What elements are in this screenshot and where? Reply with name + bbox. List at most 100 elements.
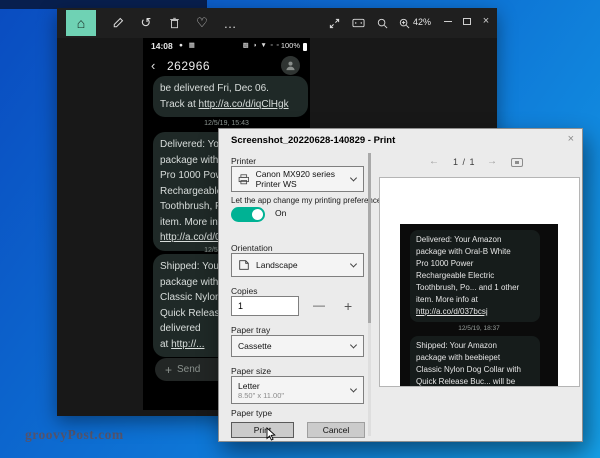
favorite-button[interactable]: ♡ [191,8,213,38]
more-options-button[interactable]: … [219,8,241,38]
photos-toolbar: ⌂ ↺ ♡ … 42% × [57,8,497,38]
copies-decrement-button[interactable]: — [313,298,325,312]
orientation-select[interactable]: Landscape [231,253,364,277]
mouse-cursor [266,427,277,441]
paper-tray-select[interactable]: Cassette [231,335,364,357]
slideshow-button[interactable] [347,8,369,38]
phone-status-bar: 14:08 ● ▦ ▩ ◑ ▼ ▫ ▫ 100% [143,40,310,52]
paper-type-label: Paper type [231,408,272,418]
chevron-down-icon [350,385,357,392]
zoom-level: 42% [413,17,431,27]
settings-scrollbar[interactable] [368,153,371,436]
paper-tray-label: Paper tray [231,325,270,335]
paper-size-select[interactable]: Letter 8.50" x 11.00" [231,376,364,404]
print-dialog: Screenshot_20220628-140829 - Print × Pri… [218,128,583,442]
minimize-button[interactable] [439,8,457,34]
plus-icon: + [344,298,352,314]
notification-icons: ● ▦ [179,41,197,49]
person-icon [285,60,296,71]
zoom-in-button[interactable] [393,8,415,38]
print-preview-page: Delivered: Your Amazon package with Oral… [379,177,580,387]
orientation-label: Orientation [231,243,273,253]
toggle-state: On [275,208,286,218]
delete-button[interactable] [163,8,185,38]
close-icon: × [568,133,574,145]
message-text: Track at http://a.co/d/iqClHgk [160,97,301,113]
page-icon [238,259,250,271]
preferences-label: Let the app change my printing preferenc… [231,196,385,205]
window-close-button[interactable]: × [477,8,495,34]
chevron-down-icon [350,341,357,348]
dialog-close-button[interactable]: × [568,133,574,145]
paper-size-value: Letter [238,381,284,391]
message-text: Shipped: Your Amazon [416,340,534,352]
fullscreen-button[interactable] [323,8,345,38]
previous-page-button[interactable]: ← [429,156,439,167]
heart-icon: ♡ [196,15,208,31]
message-timestamp: 12/5/19, 18:37 [400,325,558,332]
message-text: Quick Release Buc... will be [416,376,534,386]
minus-icon: — [313,298,325,312]
printer-value: Canon MX920 series Printer WS [256,169,357,189]
cancel-button[interactable]: Cancel [307,422,365,438]
avatar[interactable] [281,56,300,75]
back-icon[interactable]: ‹ [151,58,155,73]
minimize-icon [444,21,452,22]
message-text: Classic Nylon Dog Collar with [416,364,534,376]
left-arrow-icon: ← [429,156,439,167]
expand-icon [329,18,340,29]
message-text: item. More info at [416,294,534,306]
print-button[interactable]: Print [231,422,294,438]
message-text: Delivered: Your Amazon [416,234,534,246]
zoom-out-icon [377,18,388,29]
home-icon: ⌂ [77,15,85,31]
message-text: Rechargeable Electric [416,270,534,282]
preferences-toggle[interactable] [231,207,265,222]
battery-percent: 100% [281,41,300,50]
printer-select[interactable]: Canon MX920 series Printer WS [231,166,364,192]
zoom-in-icon [399,18,410,29]
battery-icon [303,43,307,51]
tracking-link: http://a.co/d/037bcsj [416,306,534,318]
printer-icon [238,173,250,186]
message-timestamp: 12/5/19, 15:43 [143,120,310,127]
scrollbar-thumb[interactable] [368,153,371,323]
maximize-icon [463,18,471,25]
chevron-down-icon [350,260,357,267]
phone-time: 14:08 [151,41,173,51]
message-text: Toothbrush, Po... and 1 other [416,282,534,294]
home-button[interactable]: ⌂ [66,10,96,36]
copies-input[interactable]: 1 [231,296,299,316]
zoom-out-button[interactable] [371,8,393,38]
copies-label: Copies [231,286,257,296]
trash-icon [169,17,180,29]
watermark: groovyPost.com [25,427,124,443]
message-bubble: be delivered Fri, Dec 06. Track at http:… [153,76,308,117]
message-text: package with beebiepet [416,352,534,364]
contact-number: 262966 [167,59,210,73]
send-placeholder: Send [177,364,200,375]
status-icons: ▩ ◑ ▼ ▫ ▫ [243,41,280,49]
fit-page-button[interactable] [511,158,523,167]
message-text: at [160,339,171,350]
close-icon: × [483,15,489,27]
edit-pen-icon [112,17,124,29]
paper-tray-value: Cassette [238,341,272,351]
toggle-knob [252,209,263,220]
rotate-button[interactable]: ↺ [135,8,157,38]
message-text: Track at [160,99,199,110]
maximize-button[interactable] [458,8,476,34]
paper-size-detail: 8.50" x 11.00" [238,391,284,400]
orientation-value: Landscape [256,260,298,270]
more-icon: … [224,16,237,31]
edit-button[interactable] [107,8,129,38]
filmstrip-icon [352,18,365,28]
copies-increment-button[interactable]: + [344,298,352,314]
preview-message-bubble: Shipped: Your Amazon package with beebie… [410,336,540,386]
message-text: be delivered Fri, Dec 06. [160,81,301,97]
dialog-title: Screenshot_20220628-140829 - Print [231,135,395,146]
tracking-link[interactable]: http://a.co/d/iqClHgk [199,99,289,110]
next-page-button[interactable]: → [487,156,497,167]
tracking-link[interactable]: http://... [171,339,204,350]
paper-size-label: Paper size [231,366,271,376]
